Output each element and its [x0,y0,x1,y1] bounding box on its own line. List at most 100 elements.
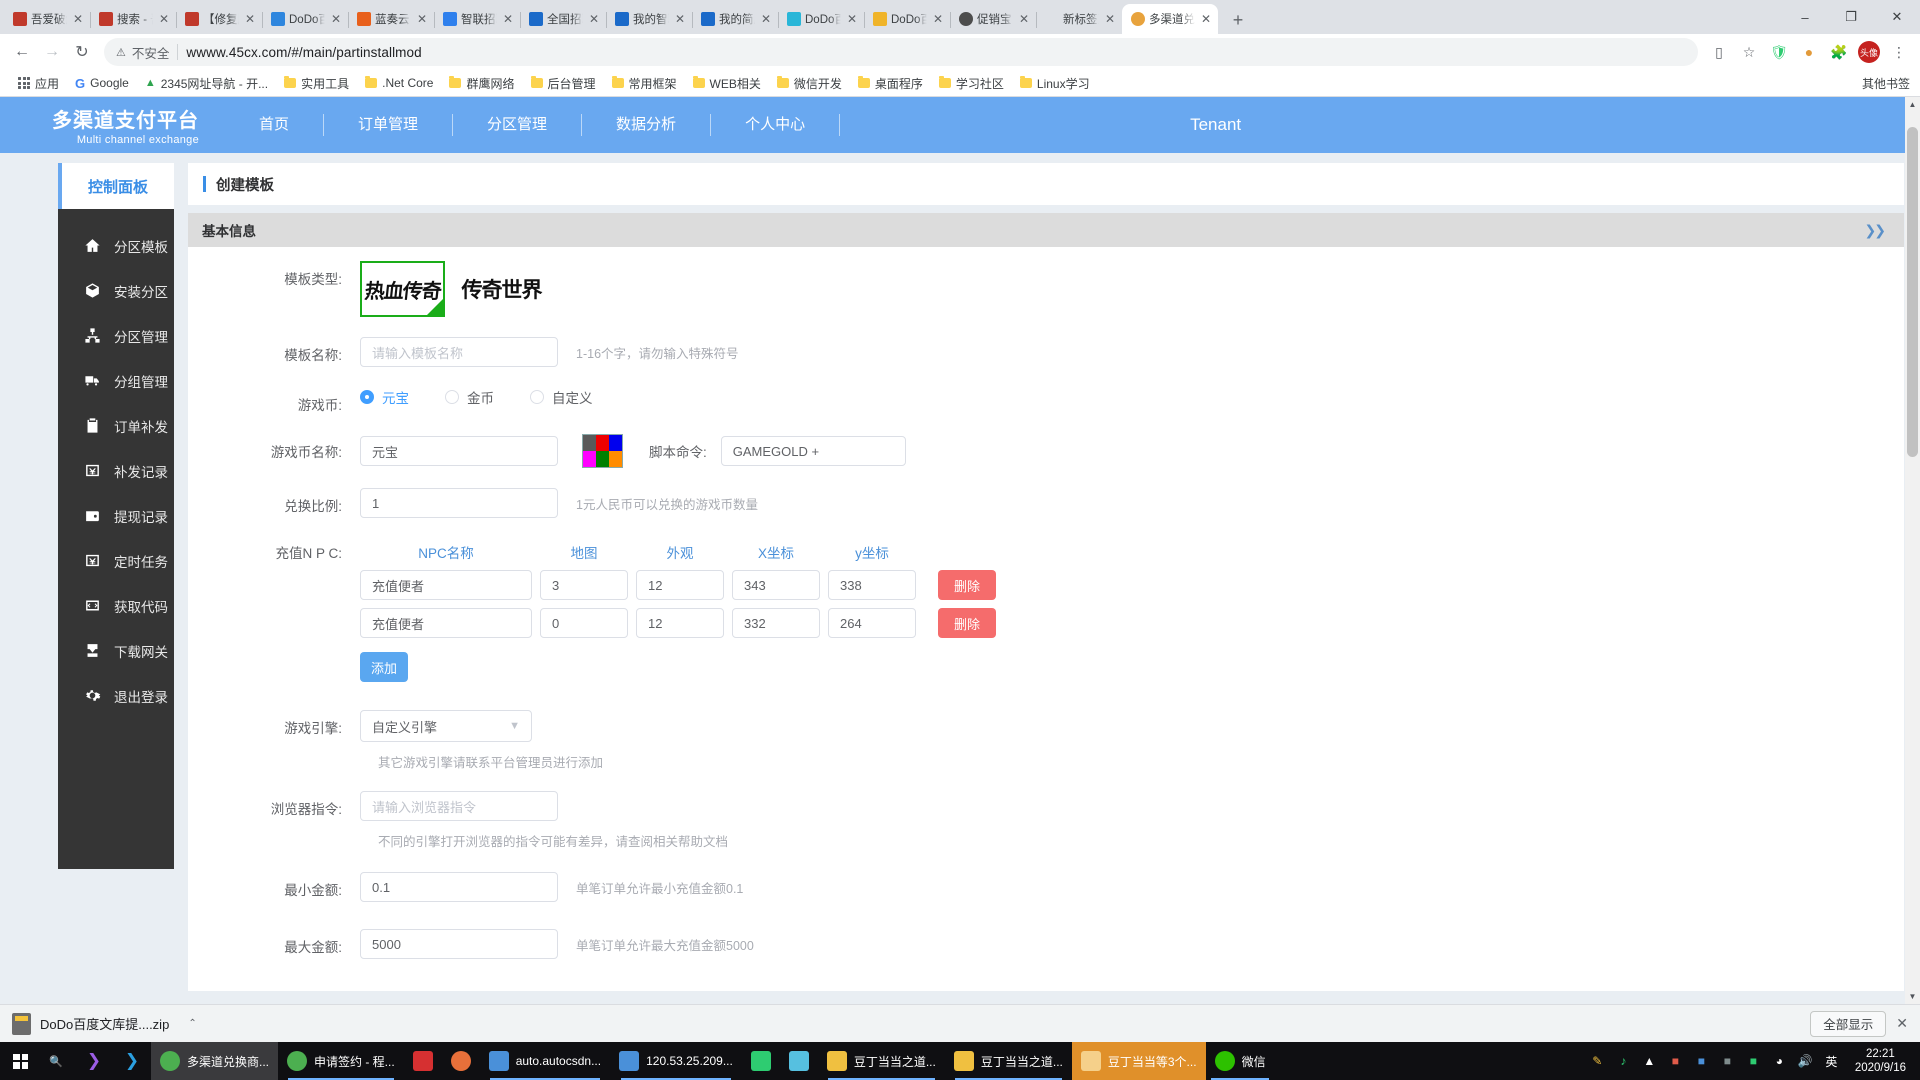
exchange-rate-input[interactable]: 1 [360,488,558,518]
swatch-color-2[interactable] [609,435,622,451]
npc-y-input[interactable]: 264 [828,608,916,638]
sidebar-item-install-partition[interactable]: 安装分区 [58,268,174,313]
menu-kebab-icon[interactable]: ⋮ [1886,39,1912,65]
minimize-button[interactable]: – [1782,0,1828,34]
taskbar-item-explorer-2[interactable]: 120.53.25.209... [610,1042,742,1080]
close-download-bar-icon[interactable]: ✕ [1896,1015,1908,1032]
bookmark-google[interactable]: G Google [67,73,137,94]
sidebar-item-download-gateway[interactable]: 下载网关 [58,628,174,673]
taskbar-clock[interactable]: 22:21 2020/9/16 [1849,1047,1912,1075]
template-option-rexue[interactable]: 热血传奇 [360,261,445,317]
sidebar-item-order-reissue[interactable]: 订单补发 [58,403,174,448]
other-bookmarks[interactable]: 其他书签 [1856,75,1910,92]
taskbar-item-folder-group[interactable]: 豆丁当当等3个... [1071,1042,1206,1080]
taskbar-item-folder-2[interactable]: 豆丁当当之道... [945,1042,1072,1080]
taskbar-item-wechat[interactable]: 微信 [1206,1042,1275,1080]
taskbar-item-firefox[interactable] [442,1042,480,1080]
maximize-button[interactable]: ❐ [1828,0,1874,34]
tab-close-icon[interactable]: ✕ [329,12,343,26]
radio-custom[interactable]: 自定义 [530,387,593,407]
sidebar-panel-title[interactable]: 控制面板 [58,163,174,209]
sidebar-item-group-manage[interactable]: 分组管理 [58,358,174,403]
sidebar-item-reissue-records[interactable]: 补发记录 [58,448,174,493]
bookmark-folder[interactable]: 学习社区 [931,72,1012,95]
arrow-up-icon[interactable]: ▲ [1641,1054,1658,1068]
avatar[interactable]: 头像 [1856,39,1882,65]
npc-add-button[interactable]: 添加 [360,652,408,682]
npc-x-input[interactable]: 332 [732,608,820,638]
sidebar-item-scheduled-tasks[interactable]: 定时任务 [58,538,174,583]
radio-jinbi[interactable]: 金币 [445,387,494,407]
nav-item-analytics[interactable]: 数据分析 [582,114,710,136]
chevron-double-down-icon[interactable]: ❯❯ [1865,222,1887,239]
radio-yuanbao[interactable]: 元宝 [360,387,409,407]
engine-select[interactable]: 自定义引擎 ▼ [360,710,532,742]
start-button[interactable] [4,1042,37,1080]
browser-cmd-input[interactable]: 请输入浏览器指令 [360,791,558,821]
swatch-color-0[interactable] [583,435,596,451]
bookmark-2345[interactable]: ▲ 2345网址导航 - 开... [137,72,276,95]
bookmark-folder[interactable]: .Net Core [357,73,441,93]
address-bar[interactable]: ⚠ 不安全 wwww.45cx.com/#/main/partinstallmo… [104,38,1698,66]
taskbar-item-bird-app[interactable] [780,1042,818,1080]
tab-close-icon[interactable]: ✕ [1199,12,1213,26]
nav-item-orders[interactable]: 订单管理 [324,114,452,136]
tab-close-icon[interactable]: ✕ [931,12,945,26]
taskbar-item-chrome-active[interactable]: 多渠道兑换商... [151,1042,279,1080]
sidebar-item-logout[interactable]: 退出登录 [58,673,174,718]
taskbar-search-button[interactable]: 🔍 [37,1042,75,1080]
app-icon-4[interactable]: ■ [1745,1054,1762,1068]
browser-tab[interactable]: DoDo百度 ✕ [778,4,865,34]
download-item[interactable]: DoDo百度文库提....zip ⌃ [12,1012,197,1035]
browser-tab[interactable]: 促销宝 ✕ [950,4,1037,34]
bookmark-folder[interactable]: 微信开发 [769,72,850,95]
swatch-color-4[interactable] [596,451,609,467]
bookmark-folder[interactable]: 常用框架 [604,72,685,95]
panel-header[interactable]: 基本信息 ❯❯ [188,213,1904,247]
browser-tab[interactable]: 新标签页 ✕ [1036,4,1123,34]
shield-icon[interactable]: 🛡 [1766,39,1792,65]
app-icon-2[interactable]: ■ [1693,1054,1710,1068]
pen-icon[interactable]: ✎ [1589,1054,1606,1068]
taskbar-item-red-app[interactable] [404,1042,442,1080]
min-amount-input[interactable]: 0.1 [360,872,558,902]
browser-tab[interactable]: 搜索 - 吾爱 ✕ [90,4,177,34]
browser-tab[interactable]: 智联招聘 ✕ [434,4,521,34]
npc-name-input[interactable]: 充值便者 [360,570,532,600]
browser-tab[interactable]: 吾爱破解 - ✕ [4,4,91,34]
bookmark-folder[interactable]: Linux学习 [1012,72,1098,95]
browser-tab[interactable]: 【修复版】 ✕ [176,4,263,34]
nav-item-profile[interactable]: 个人中心 [711,114,839,136]
tab-close-icon[interactable]: ✕ [1017,12,1031,26]
app-icon-3[interactable]: ■ [1719,1054,1736,1068]
network-icon[interactable]: ◕ [1771,1054,1788,1068]
tab-close-icon[interactable]: ✕ [157,12,171,26]
nav-item-partitions[interactable]: 分区管理 [453,114,581,136]
npc-map-input[interactable]: 0 [540,608,628,638]
bookmark-star-icon[interactable]: ☆ [1736,39,1762,65]
tab-close-icon[interactable]: ✕ [71,12,85,26]
scroll-up-icon[interactable]: ▲ [1905,97,1920,112]
scroll-down-icon[interactable]: ▼ [1905,989,1920,1004]
currency-name-input[interactable]: 元宝 [360,436,558,466]
show-all-downloads-button[interactable]: 全部显示 [1810,1010,1887,1037]
swatch-color-3[interactable] [583,451,596,467]
bookmark-apps[interactable]: 应用 [10,72,67,95]
translate-icon[interactable]: ▯ [1706,39,1732,65]
browser-tab-active[interactable]: 多渠道兑换 ✕ [1122,4,1218,34]
template-name-input[interactable]: 请输入模板名称 [360,337,558,367]
taskbar-item-vscode-insiders[interactable]: ❯ [75,1042,113,1080]
sidebar-item-get-code[interactable]: 获取代码 [58,583,174,628]
new-tab-button[interactable]: + [1224,6,1252,34]
browser-tab[interactable]: 蓝奏云 ✕ [348,4,435,34]
script-command-input[interactable]: GAMEGOLD + [720,436,906,466]
taskbar-item-chrome-2[interactable]: 申请签约 - 程... [278,1042,404,1080]
browser-tab[interactable]: DoDo百度 ✕ [262,4,349,34]
ear-icon[interactable]: ♪ [1615,1054,1632,1068]
tab-close-icon[interactable]: ✕ [501,12,515,26]
extension-puzzle-icon[interactable]: 🧩 [1826,39,1852,65]
cookie-icon[interactable]: ● [1796,39,1822,65]
template-option-chuanqi[interactable]: 传奇世界 [459,261,544,317]
bookmark-folder[interactable]: 实用工具 [276,72,357,95]
browser-tab[interactable]: 全国招聘网 ✕ [520,4,607,34]
